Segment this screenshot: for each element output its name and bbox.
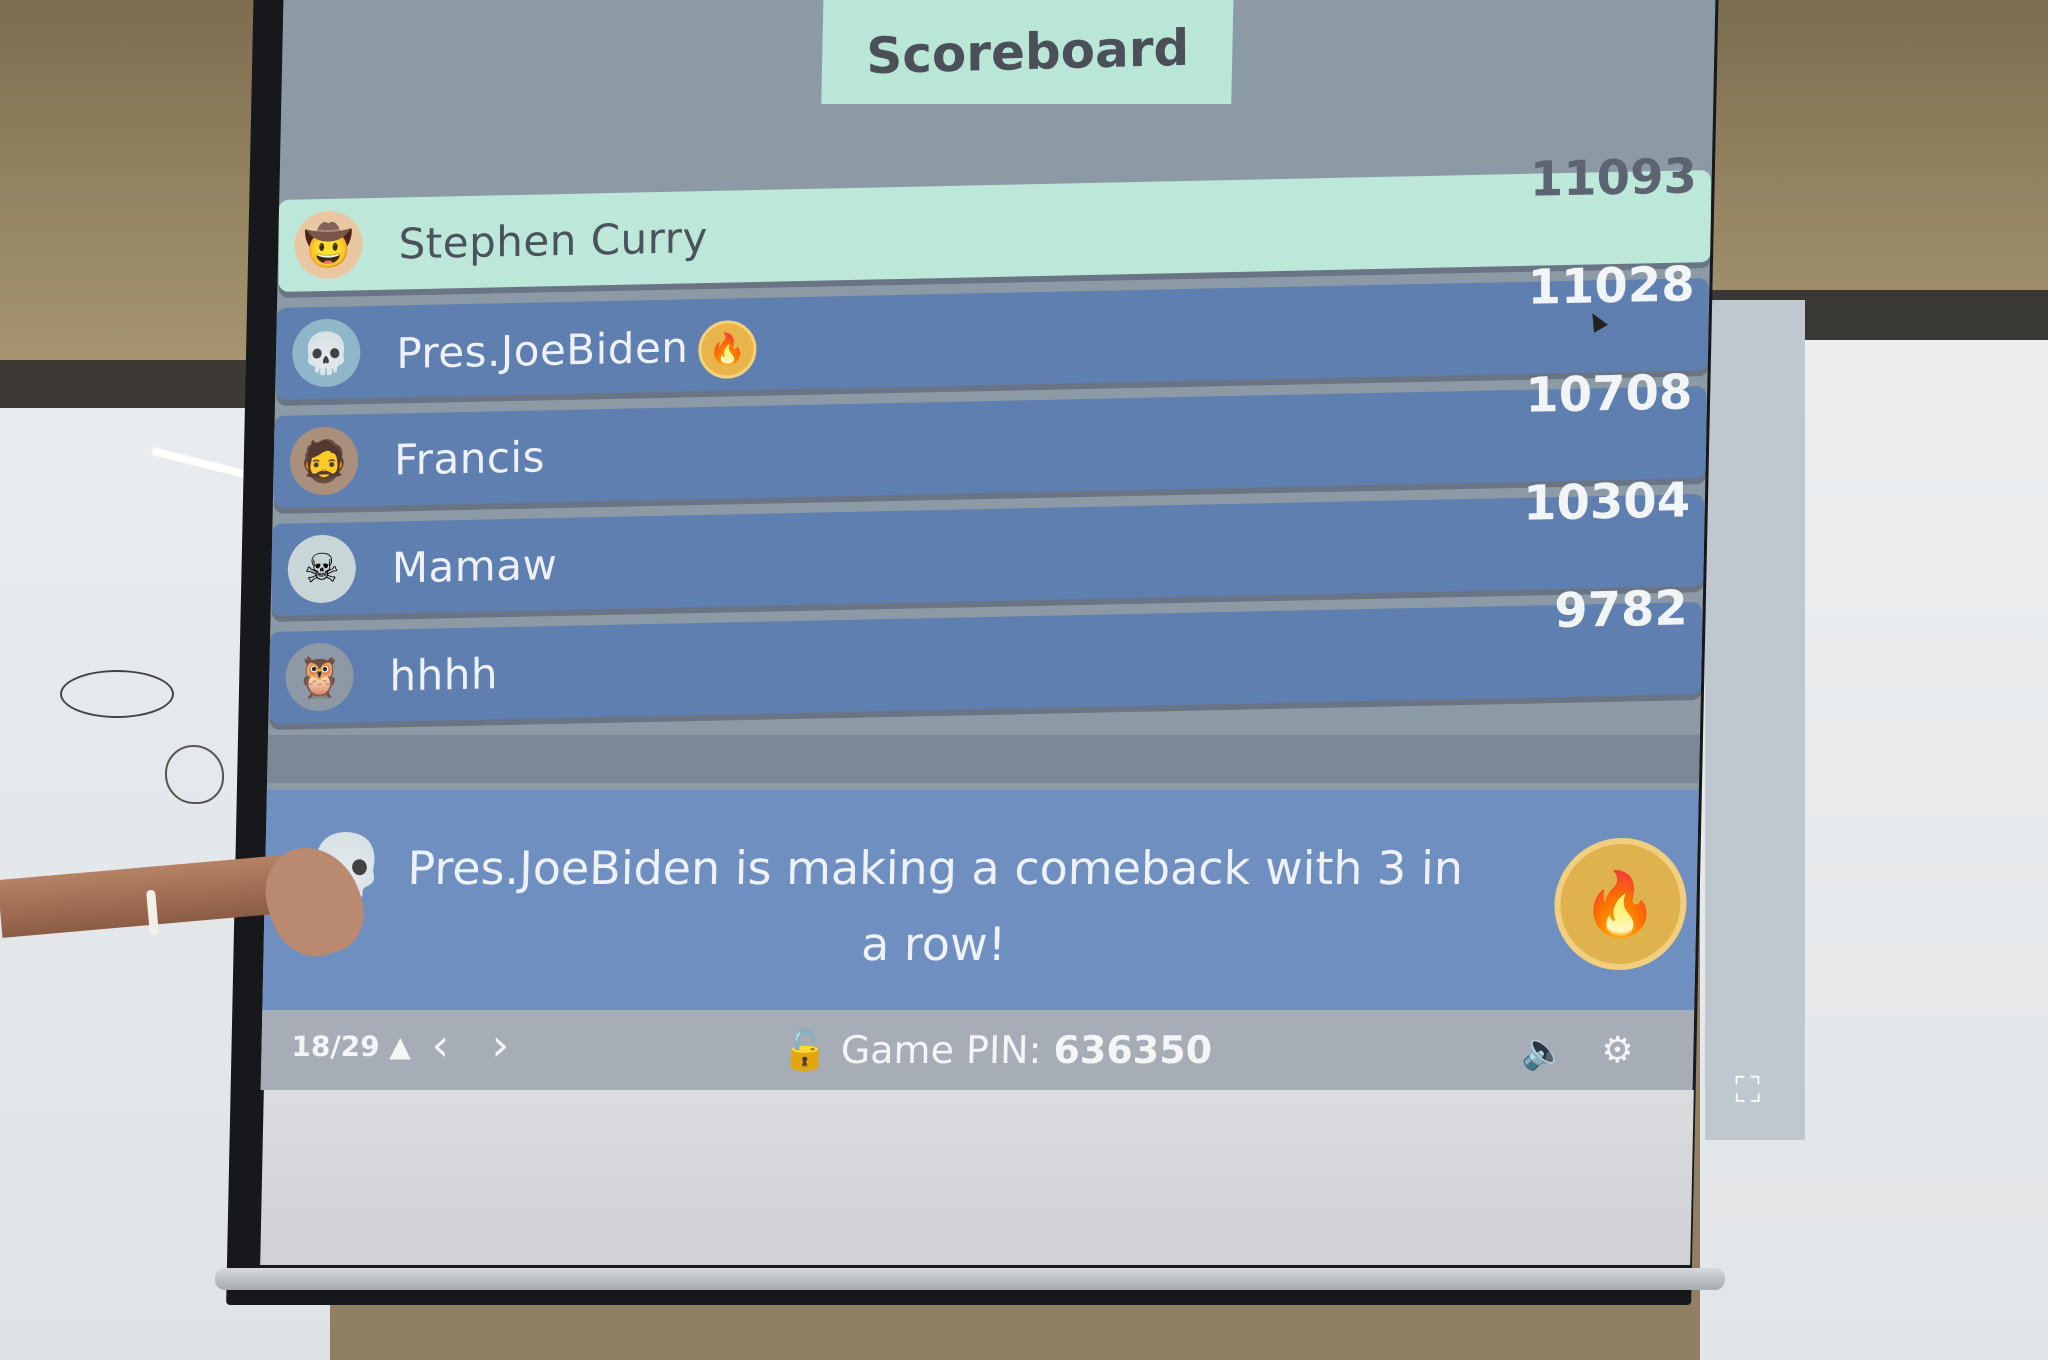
fullscreen-icon[interactable]: ⛶	[1735, 1070, 1760, 1112]
next-button[interactable]: ›	[491, 1020, 510, 1071]
player-score: 11093	[1529, 148, 1697, 208]
player-name: hhhh	[389, 649, 499, 701]
lock-icon[interactable]: 🔓	[781, 1028, 829, 1072]
projector-screen-bar	[215, 1268, 1725, 1290]
settings-icon[interactable]: ⚙	[1601, 1030, 1634, 1071]
page-title: Scoreboard	[865, 18, 1189, 86]
scoreboard-title-tab: Scoreboard	[821, 0, 1234, 104]
scoreboard-row: ☠ Mamaw 10304	[271, 472, 1705, 616]
player-score: 10304	[1523, 472, 1691, 532]
skull-hat-avatar-icon: ☠	[287, 534, 356, 604]
bearded-face-avatar-icon: 🧔	[290, 426, 359, 496]
comeback-banner: 💀 Pres.JoeBiden is making a comeback wit…	[262, 790, 1699, 1010]
question-counter[interactable]: 18/29 ▲	[291, 1030, 411, 1063]
scoreboard-app: Scoreboard 🤠 Stephen Curry 11093 💀 Pres.…	[260, 0, 1716, 1090]
player-score: 9782	[1554, 580, 1688, 640]
game-pin-label: Game PIN:	[840, 1028, 1042, 1072]
divider-band	[267, 735, 1701, 783]
player-score: 11028	[1527, 256, 1695, 316]
scoreboard-row: 🧔 Francis 10708	[274, 364, 1707, 508]
owl-avatar-icon: 🦉	[285, 642, 354, 712]
player-score: 10708	[1525, 364, 1693, 424]
game-pin-value: 636350	[1053, 1028, 1213, 1072]
question-progress: 18/29	[291, 1030, 380, 1063]
scoreboard-row: 🤠 Stephen Curry 11093	[278, 148, 1711, 292]
skull-tophat-avatar-icon: 💀	[292, 318, 361, 388]
player-name-wrap: Pres.JoeBiden 🔥	[396, 319, 757, 386]
player-name: Francis	[394, 432, 545, 485]
screen-empty-area	[260, 1090, 1694, 1265]
sombrero-avatar-icon: 🤠	[294, 210, 363, 280]
player-name: Pres.JoeBiden	[396, 322, 689, 378]
previous-button[interactable]: ‹	[431, 1020, 450, 1071]
caret-up-icon: ▲	[389, 1030, 412, 1063]
game-pin: 🔓 Game PIN: 636350	[781, 1028, 1213, 1073]
fire-icon: 🔥	[1553, 838, 1688, 970]
sound-icon[interactable]: 🔈	[1521, 1030, 1567, 1072]
scoreboard-row: 💀 Pres.JoeBiden 🔥 11028	[276, 256, 1709, 400]
side-panel-ghost: ⛶	[1705, 300, 1805, 1140]
footer-bar: 18/29 ▲ ‹ › 🔓 Game PIN: 636350 🔈 ⚙	[260, 1010, 1695, 1090]
whiteboard-doodle-oval	[60, 670, 174, 718]
comeback-message: Pres.JoeBiden is making a comeback with …	[406, 841, 1464, 971]
player-name: Mamaw	[391, 540, 558, 593]
scoreboard-row: 🦉 hhhh 9782	[269, 580, 1702, 724]
fire-streak-icon: 🔥	[698, 319, 757, 380]
whiteboard-doodle-face	[165, 745, 224, 804]
player-name: Stephen Curry	[398, 213, 708, 269]
